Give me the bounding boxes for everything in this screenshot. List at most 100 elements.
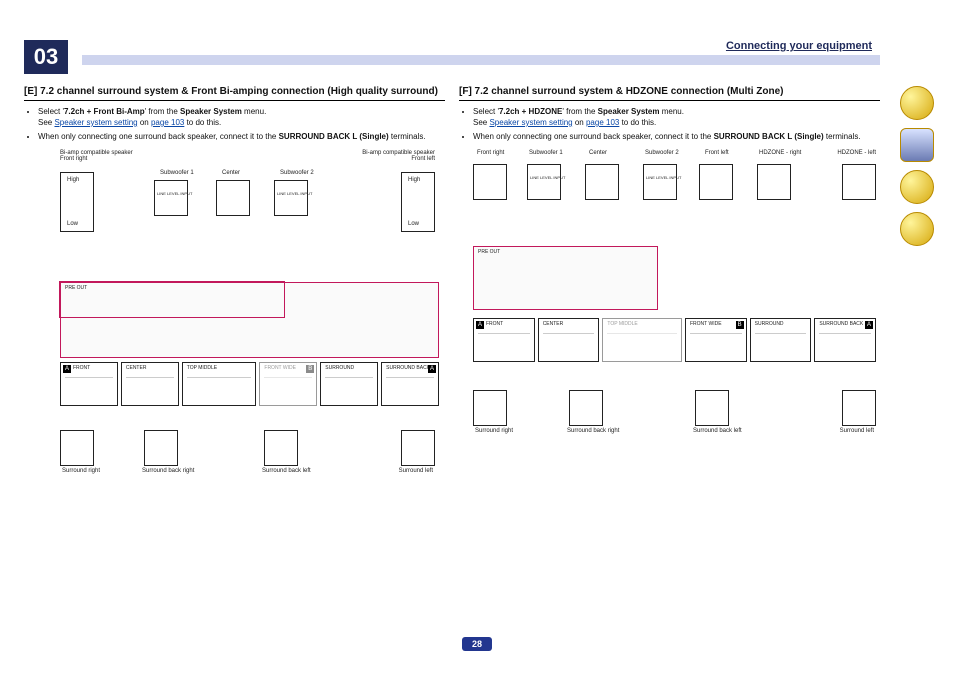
label-t-front: FRONT (486, 321, 503, 327)
terminal-front: AFRONT (473, 318, 535, 362)
terminal-surround: SURROUND (320, 362, 378, 406)
label-sub2: Subwoofer 2 (645, 150, 679, 156)
label-high: High (67, 177, 79, 183)
text: See (473, 118, 489, 127)
label-sub1: Subwoofer 1 (160, 170, 194, 176)
label-sr-l: Surround left (840, 428, 874, 434)
label-biamp-l: Bi-amp compatible speaker Front left (362, 150, 435, 162)
speaker-surr-right (473, 390, 507, 426)
label-sb-r: Surround back right (567, 428, 619, 434)
preout-panel: PRE OUT (473, 246, 658, 310)
text: terminals. (824, 132, 861, 141)
text: on (138, 118, 151, 127)
text: to do this. (619, 118, 656, 127)
text: When only connecting one surround back s… (473, 132, 714, 141)
text: ' from the (145, 107, 180, 116)
tools-icon[interactable] (900, 212, 934, 246)
book-icon[interactable] (900, 86, 934, 120)
text: on (573, 118, 586, 127)
link-page-103[interactable]: page 103 (151, 118, 184, 127)
label-hz-r: HDZONE - right (759, 150, 801, 156)
label-preout: PRE OUT (65, 285, 87, 291)
label-center: Center (222, 170, 240, 176)
diagram-e: Bi-amp compatible speaker Front right Bi… (24, 150, 445, 480)
text: 7.2ch + HDZONE (499, 107, 562, 116)
speaker-sb-right (144, 430, 178, 466)
diagram-f: Front right Subwoofer 1 Center Subwoofer… (459, 150, 880, 480)
col-e-bullets: Select '7.2ch + Front Bi-Amp' from the S… (24, 107, 445, 142)
label-preout: PRE OUT (478, 249, 500, 255)
label-t-tm: TOP MIDDLE (187, 365, 217, 371)
col-e-heading: [E] 7.2 channel surround system & Front … (24, 86, 445, 101)
text: 7.2ch + Front Bi-Amp (64, 107, 145, 116)
text: When only connecting one surround back s… (38, 132, 279, 141)
column-e: [E] 7.2 channel surround system & Front … (24, 86, 445, 480)
speaker-hz-l (842, 164, 876, 200)
terminal-frontwide: FRONT WIDEB (259, 362, 317, 406)
speaker-surr-left (401, 430, 435, 466)
text: Speaker System (180, 107, 242, 116)
speaker-front-left (699, 164, 733, 200)
label-sr-l: Surround left (399, 468, 433, 474)
terminal-topmid: TOP MIDDLE (182, 362, 257, 406)
terminal-row: AFRONT CENTER TOP MIDDLE FRONT WIDEB SUR… (60, 362, 439, 406)
text: terminals. (389, 132, 426, 141)
terminal-center: CENTER (538, 318, 600, 362)
list-item: When only connecting one surround back s… (38, 132, 445, 143)
speaker-hz-r (757, 164, 791, 200)
text: to do this. (184, 118, 221, 127)
label-sr-r: Surround right (62, 468, 100, 474)
label-t-tm: TOP MIDDLE (607, 321, 637, 327)
text: Speaker System (598, 107, 660, 116)
col-f-bullets: Select '7.2ch + HDZONE' from the Speaker… (459, 107, 880, 142)
subwoofer-1: LINE LEVEL INPUT (527, 164, 561, 200)
help-icon[interactable] (900, 170, 934, 204)
speaker-front-right (473, 164, 507, 200)
terminal-center: CENTER (121, 362, 179, 406)
text: menu. (660, 107, 684, 116)
label-low: Low (67, 221, 78, 227)
label-line-level: LINE LEVEL INPUT (277, 191, 312, 196)
speaker-sb-right (569, 390, 603, 426)
link-speaker-setting[interactable]: Speaker system setting (54, 118, 137, 127)
subwoofer-2: LINE LEVEL INPUT (643, 164, 677, 200)
preout-panel: PRE OUT (60, 282, 439, 358)
link-speaker-setting[interactable]: Speaker system setting (489, 118, 572, 127)
label-t-surr: SURROUND (755, 321, 784, 327)
text: See (38, 118, 54, 127)
label-sb-l: Surround back left (693, 428, 742, 434)
list-item: Select '7.2ch + HDZONE' from the Speaker… (473, 107, 880, 129)
label-t-fw: FRONT WIDE (264, 365, 296, 371)
subwoofer-1: LINE LEVEL INPUT (154, 180, 188, 216)
header-rule (82, 55, 880, 65)
tag-a: A (476, 321, 484, 329)
tag-b: B (736, 321, 744, 329)
tag-a2: A (865, 321, 873, 329)
page-number: 28 (462, 637, 492, 651)
screen-icon[interactable] (900, 128, 934, 162)
label-t-fw: FRONT WIDE (690, 321, 722, 327)
link-page-103[interactable]: page 103 (586, 118, 619, 127)
terminal-row: AFRONT CENTER TOP MIDDLE FRONT WIDEB SUR… (473, 318, 876, 362)
terminal-front: AFRONT (60, 362, 118, 406)
col-f-heading: [F] 7.2 channel surround system & HDZONE… (459, 86, 880, 101)
terminal-topmid: TOP MIDDLE (602, 318, 682, 362)
label-fl: Front left (705, 150, 729, 156)
label-t-surr: SURROUND (325, 365, 354, 371)
label-sub2: Subwoofer 2 (280, 170, 314, 176)
speaker-sb-left (695, 390, 729, 426)
speaker-front-right: High Low (60, 172, 94, 232)
text: menu. (242, 107, 266, 116)
label-line-level: LINE LEVEL INPUT (530, 175, 565, 180)
label-sub1: Subwoofer 1 (529, 150, 563, 156)
text: Select ' (38, 107, 64, 116)
section-title: Connecting your equipment (726, 40, 872, 52)
speaker-sb-left (264, 430, 298, 466)
label-hz-l: HDZONE - left (837, 150, 876, 156)
speaker-surr-right (60, 430, 94, 466)
speaker-center (216, 180, 250, 216)
label-sb-l: Surround back left (262, 468, 311, 474)
label-biamp-r: Bi-amp compatible speaker Front right (60, 150, 133, 162)
tag-a2: A (428, 365, 436, 373)
text: SURROUND BACK L (Single) (279, 132, 389, 141)
